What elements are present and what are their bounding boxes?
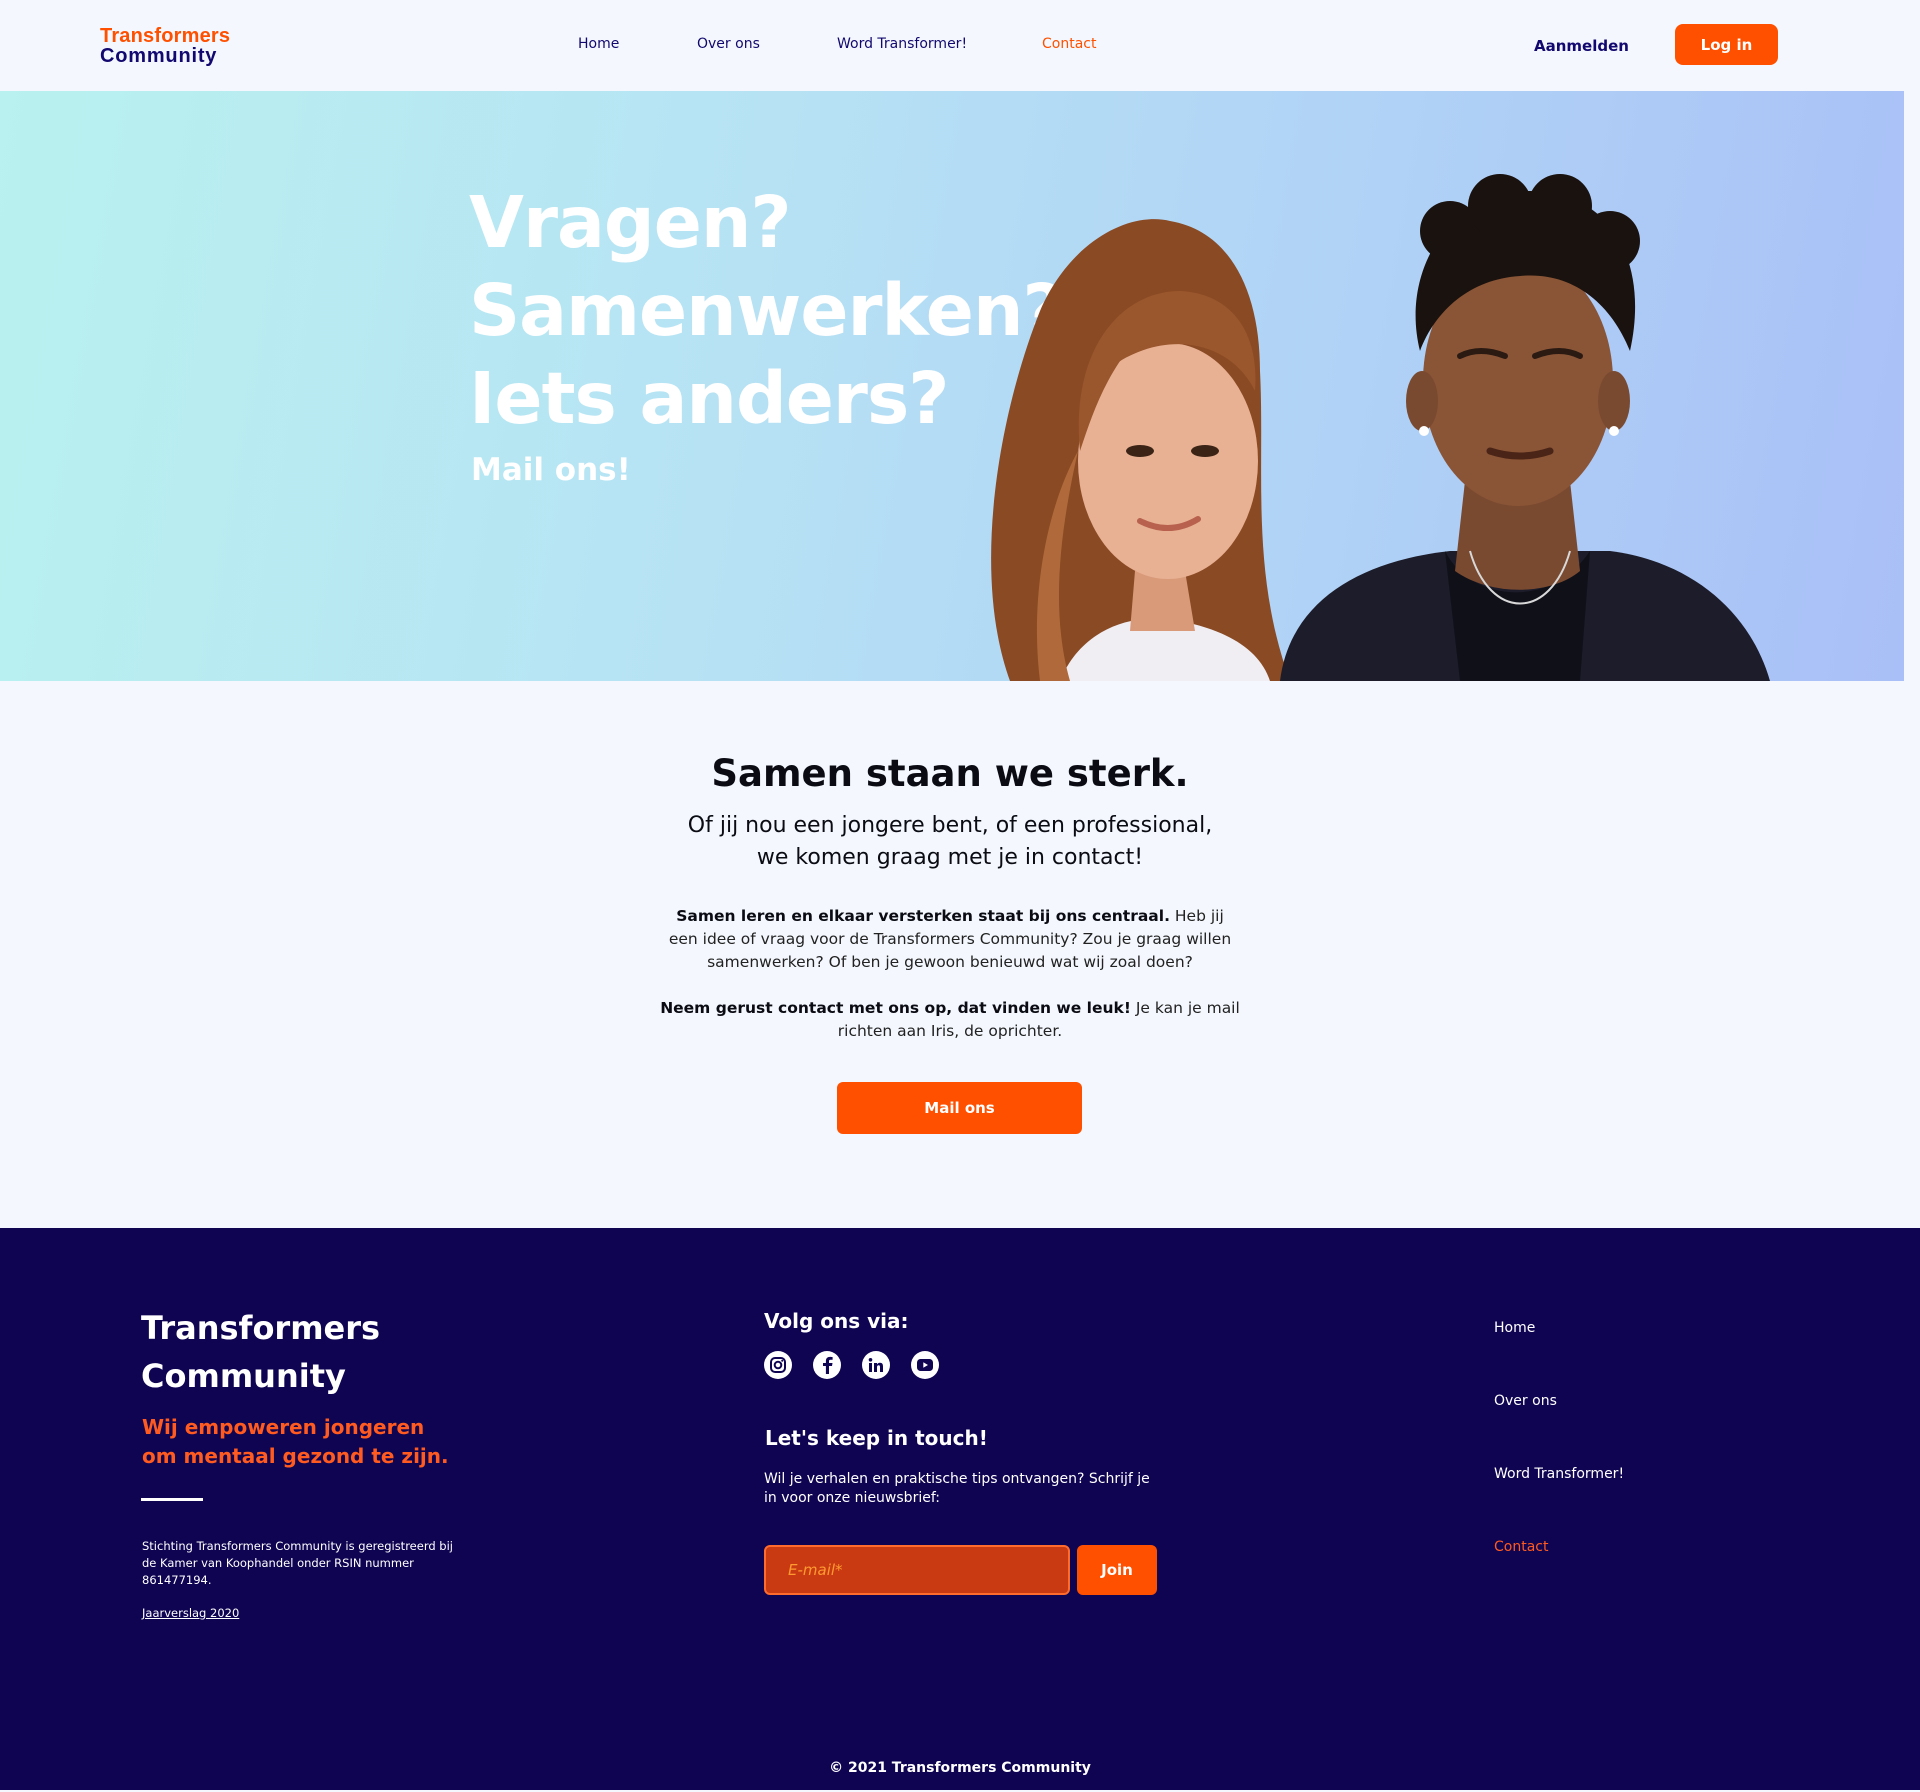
footer-tagline: Wij empoweren jongeren om mentaal gezond… [142,1413,449,1471]
site-footer: Transformers Community Wij empoweren jon… [0,1228,1920,1792]
mail-us-button[interactable]: Mail ons [837,1082,1082,1134]
instagram-icon[interactable] [764,1351,792,1379]
footer-nav-over-ons[interactable]: Over ons [1494,1393,1557,1409]
hero-photo [991,174,1770,681]
follow-us-label: Volg ons via: [764,1309,909,1333]
newsletter-email-input[interactable] [764,1545,1070,1595]
annual-report-link[interactable]: Jaarverslag 2020 [142,1606,239,1620]
nav-home[interactable]: Home [578,36,619,52]
hero-banner: Vragen? Samenwerken? Iets anders? Mail o… [0,91,1904,681]
footer-tagline-line-1: Wij empoweren jongeren [142,1415,425,1439]
contact-paragraph: Neem gerust contact met ons op, dat vind… [660,997,1240,1043]
footer-brand-line-1: Transformers [141,1309,381,1347]
nav-over-ons[interactable]: Over ons [697,36,760,52]
footer-nav-word-transformer[interactable]: Word Transformer! [1494,1466,1624,1482]
contact-paragraph-bold: Neem gerust contact met ons op, dat vind… [660,999,1131,1017]
footer-brand: Transformers Community [141,1304,380,1400]
signup-link[interactable]: Aanmelden [1534,37,1629,55]
site-header: Transformers Community Home Over ons Wor… [0,0,1920,91]
footer-legal-text: Stichting Transformers Community is gere… [142,1539,453,1587]
footer-brand-line-2: Community [141,1357,346,1395]
social-links [764,1351,939,1379]
newsletter-join-button[interactable]: Join [1077,1545,1157,1595]
nav-word-transformer[interactable]: Word Transformer! [837,36,967,52]
intro-paragraph: Samen leren en elkaar versterken staat b… [660,905,1240,974]
section-subtitle: Of jij nou een jongere bent, of een prof… [0,810,1900,874]
section-title: Samen staan we sterk. [711,752,1189,795]
nav-contact[interactable]: Contact [1042,36,1096,52]
youtube-icon[interactable] [911,1351,939,1379]
hero-subheading: Mail ons! [471,452,631,488]
newsletter-description: Wil je verhalen en praktische tips ontva… [764,1471,1150,1506]
logo-line-1: Transformers [100,25,231,47]
keep-in-touch-heading: Let's keep in touch! [765,1426,988,1450]
footer-tagline-line-2: om mentaal gezond te zijn. [142,1444,449,1468]
facebook-icon[interactable] [813,1351,841,1379]
logo-line-2: Community [100,45,218,67]
site-logo[interactable]: Transformers Community [100,26,230,66]
hero-right-edge [1904,91,1920,681]
footer-divider [141,1498,203,1501]
section-subtitle-line-2: we komen graag met je in contact! [756,845,1144,870]
footer-nav-contact[interactable]: Contact [1494,1539,1548,1555]
linkedin-icon[interactable] [862,1351,890,1379]
footer-nav-home[interactable]: Home [1494,1320,1535,1336]
intro-paragraph-bold: Samen leren en elkaar versterken staat b… [676,907,1170,925]
copyright: © 2021 Transformers Community [829,1760,1091,1776]
login-button[interactable]: Log in [1675,24,1778,65]
section-subtitle-line-1: Of jij nou een jongere bent, of een prof… [687,813,1213,838]
